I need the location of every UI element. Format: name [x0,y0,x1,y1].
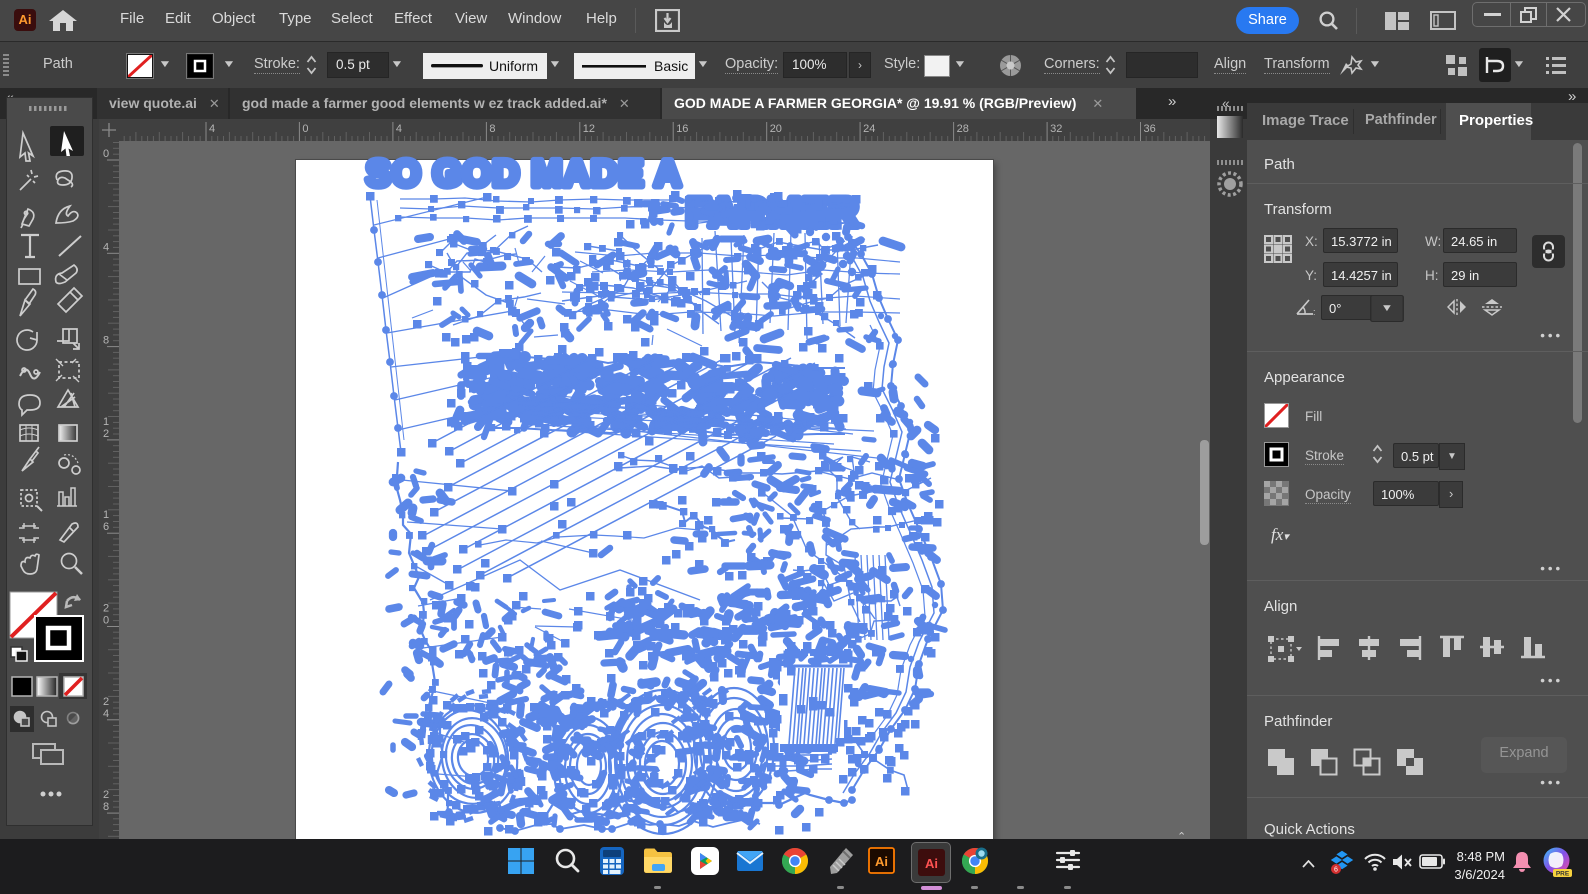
svg-text:4: 4 [103,241,109,253]
svg-text:36: 36 [1144,123,1156,135]
svg-text:PRE: PRE [1556,871,1570,878]
svg-text:24: 24 [863,123,875,135]
svg-text:Ai: Ai [875,854,888,869]
svg-text:32: 32 [1050,123,1062,135]
svg-text:1: 1 [103,509,109,521]
svg-text:SO GOD MADE A: SO GOD MADE A [366,153,684,194]
svg-text:4: 4 [103,708,109,720]
svg-text:28: 28 [957,123,969,135]
svg-text:6: 6 [103,521,109,533]
svg-text:0: 0 [103,148,109,160]
svg-text:0: 0 [103,615,109,627]
svg-text:0: 0 [302,123,308,135]
svg-text:20: 20 [770,123,782,135]
svg-text:2: 2 [103,696,109,708]
svg-text:6: 6 [1334,867,1338,874]
svg-text:8: 8 [489,123,495,135]
svg-text:2: 2 [103,428,109,440]
svg-text:Ai: Ai [925,856,938,871]
svg-text:8: 8 [103,335,109,347]
svg-text:4: 4 [209,123,215,135]
svg-text:8: 8 [103,801,109,813]
svg-text:2: 2 [103,603,109,615]
svg-text:2: 2 [103,789,109,801]
svg-text:12: 12 [583,123,595,135]
svg-text:16: 16 [676,123,688,135]
svg-text::: : [1313,307,1316,316]
svg-text:4: 4 [396,123,402,135]
svg-text:1: 1 [103,416,109,428]
